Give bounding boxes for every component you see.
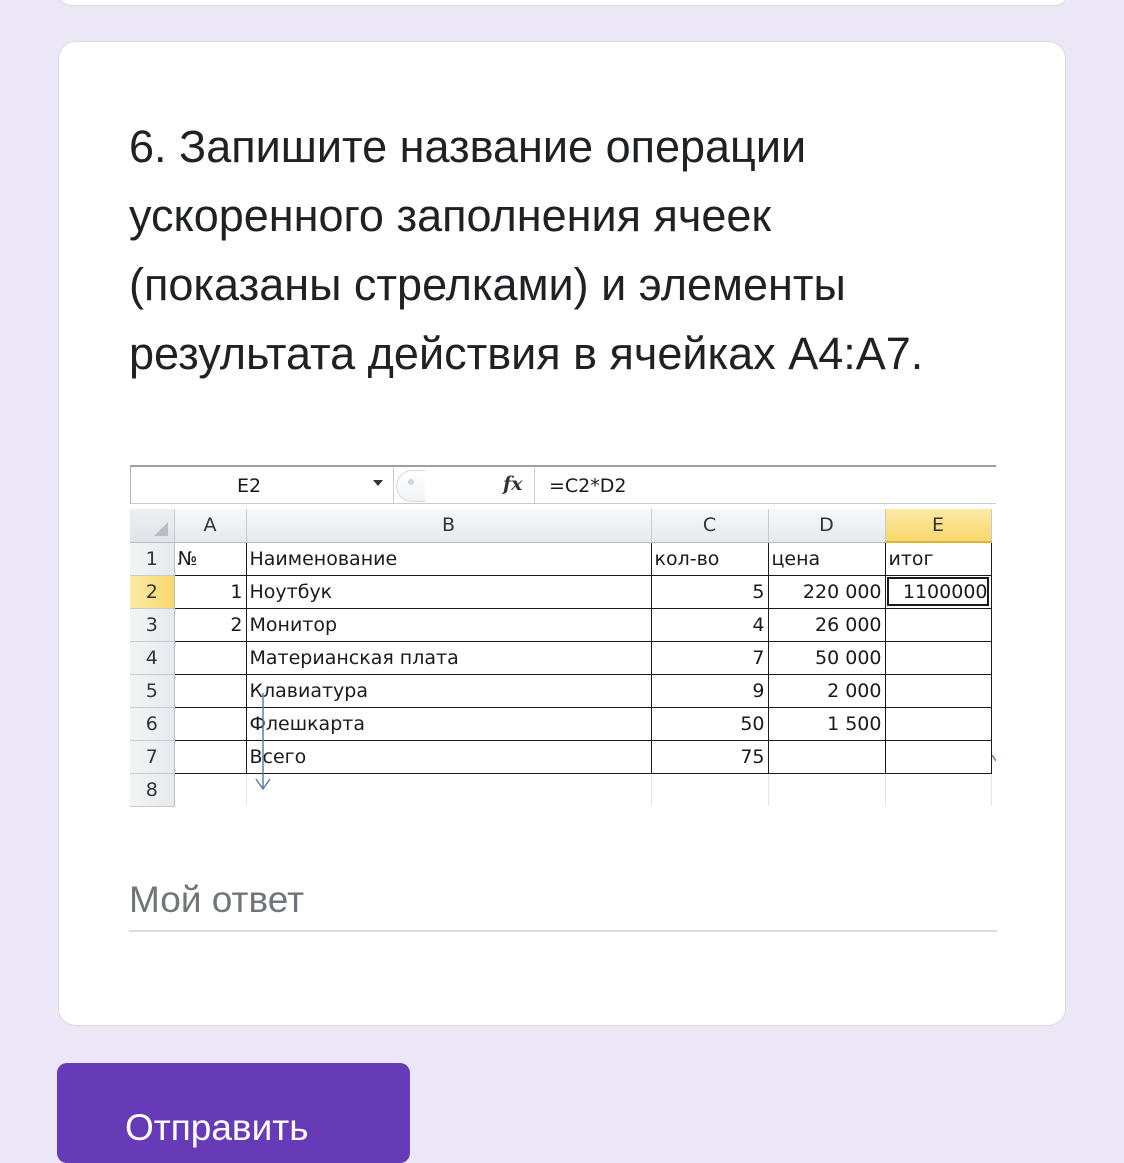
answer-input[interactable] — [129, 870, 997, 932]
column-header-c: C — [651, 509, 769, 543]
select-all-corner — [130, 509, 175, 543]
table-row: 7 Всего 75 — [130, 739, 992, 774]
formula-bar-handle — [396, 470, 425, 502]
cell-c4: 7 — [650, 640, 769, 675]
column-header-row: A B C D E — [130, 509, 992, 543]
cell-c3: 4 — [650, 607, 769, 642]
cell-a6 — [173, 706, 247, 741]
table-row: 3 2 Монитор 4 26 000 — [130, 607, 992, 642]
previous-question-card — [58, 0, 1068, 6]
cell-c2: 5 — [650, 574, 769, 609]
row-header: 1 — [130, 542, 175, 576]
cell-c8 — [651, 773, 769, 806]
cell-a7 — [173, 739, 247, 774]
cell-c5: 9 — [650, 673, 769, 708]
cell-e4 — [884, 640, 992, 675]
cell-e5 — [884, 673, 992, 708]
cell-d6: 1 500 — [767, 706, 886, 741]
cell-e6 — [884, 706, 992, 741]
row-header: 8 — [130, 773, 175, 807]
cell-b2: Ноутбук — [245, 574, 652, 609]
table-row: 2 1 Ноутбук 5 220 000 1100000 — [130, 574, 992, 609]
cell-d4: 50 000 — [767, 640, 886, 675]
row-header: 7 — [130, 740, 175, 774]
cell-b1: Наименование — [245, 541, 652, 576]
cell-a3: 2 — [173, 607, 247, 642]
table-row: 5 Клавиатура 9 2 000 — [130, 673, 992, 708]
cell-b4: Материанская плата — [245, 640, 652, 675]
cell-a1: № — [173, 541, 247, 576]
cell-a8 — [174, 773, 247, 806]
select-all-icon — [153, 521, 168, 536]
column-header-e: E — [885, 509, 992, 543]
formula-bar: E2 fx =C2*D2 — [130, 465, 996, 504]
cell-b3: Монитор — [245, 607, 652, 642]
column-header-d: D — [768, 509, 886, 543]
row-header: 6 — [130, 707, 175, 741]
cell-d2: 220 000 — [767, 574, 886, 609]
row-header: 3 — [130, 608, 175, 642]
submit-button[interactable]: Отправить — [57, 1063, 410, 1163]
spreadsheet-image: E2 fx =C2*D2 A B C D E 1 № Наименование … — [130, 465, 996, 814]
formula-separator — [534, 467, 535, 504]
cell-a5 — [173, 673, 247, 708]
cell-a2: 1 — [173, 574, 247, 609]
chevron-down-icon — [373, 480, 383, 486]
row-header: 2 — [130, 575, 175, 609]
name-box-value: E2 — [237, 475, 262, 497]
table-row: 8 — [130, 773, 992, 807]
column-header-b: B — [246, 509, 652, 543]
table-row: 6 Флешкарта 50 1 500 — [130, 706, 992, 741]
question-text: 6. Запишите название операции ускоренног… — [129, 121, 924, 379]
function-icon: fx — [503, 473, 523, 495]
question-card: 6. Запишите название операции ускоренног… — [58, 41, 1066, 1026]
cell-b5: Клавиатура — [245, 673, 652, 708]
cell-d7 — [767, 739, 886, 774]
name-box: E2 — [131, 467, 394, 504]
cell-c1: кол-во — [650, 541, 769, 576]
cell-e1: итог — [884, 541, 992, 576]
cell-e3 — [884, 607, 992, 642]
cell-d3: 26 000 — [767, 607, 886, 642]
cell-b8 — [246, 773, 652, 806]
cell-d5: 2 000 — [767, 673, 886, 708]
formula-text: =C2*D2 — [549, 475, 627, 497]
spreadsheet-grid: A B C D E 1 № Наименование кол-во цена и… — [130, 509, 992, 807]
cell-e8 — [885, 773, 992, 806]
column-header-a: A — [174, 509, 247, 543]
cell-b6: Флешкарта — [245, 706, 652, 741]
table-row: 1 № Наименование кол-во цена итог — [130, 541, 992, 576]
cell-d8 — [768, 773, 886, 806]
table-row: 4 Материанская плата 7 50 000 — [130, 640, 992, 675]
cell-e2-selected: 1100000 — [884, 574, 992, 609]
cell-c6: 50 — [650, 706, 769, 741]
cell-d1: цена — [767, 541, 886, 576]
cell-c7: 75 — [650, 739, 769, 774]
row-header: 5 — [130, 674, 175, 708]
formula-bar-dot — [408, 479, 414, 485]
cell-a4 — [173, 640, 247, 675]
cell-e7 — [884, 739, 992, 774]
row-header: 4 — [130, 641, 175, 675]
cell-b7: Всего — [245, 739, 652, 774]
